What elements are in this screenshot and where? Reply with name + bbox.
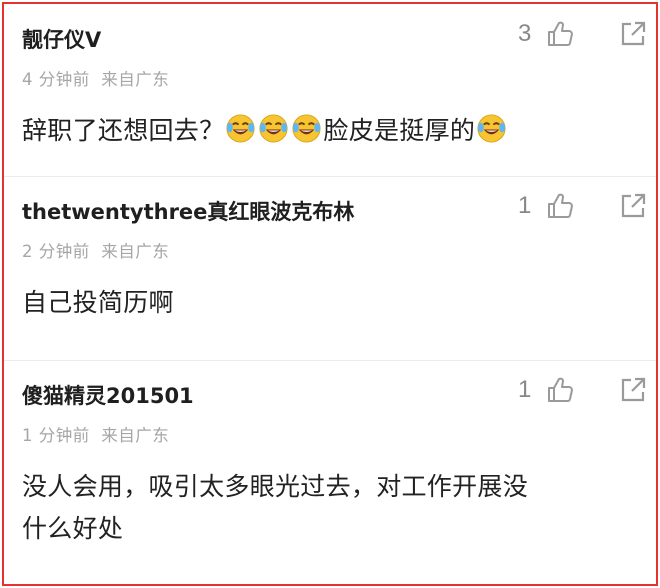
comments-panel: 靓仔仪V 4 分钟前 来自广东 3 辞职了还想回去？ 脸皮是挺厚的 thetwen… xyxy=(2,2,658,586)
thumbs-up-icon[interactable] xyxy=(545,19,575,49)
thumbs-up-icon[interactable] xyxy=(545,191,575,221)
comment-time: 1 分钟前 xyxy=(22,426,90,445)
comment-username[interactable]: 傻猫精灵201501 xyxy=(22,380,194,410)
comment-text: 自己投简历啊 xyxy=(22,288,174,317)
laughing-tears-icon xyxy=(292,114,321,143)
like-count: 3 xyxy=(518,20,532,47)
comment-location: 来自广东 xyxy=(101,242,170,261)
thumbs-up-icon[interactable] xyxy=(545,375,575,405)
comment-item: 靓仔仪V 4 分钟前 来自广东 3 辞职了还想回去？ 脸皮是挺厚的 xyxy=(4,4,656,176)
comment-item: thetwentythree真红眼波克布林 2 分钟前 来自广东 1 自己投简历… xyxy=(4,176,656,360)
like-count: 1 xyxy=(518,192,532,219)
comment-username[interactable]: thetwentythree真红眼波克布林 xyxy=(22,196,354,226)
share-icon[interactable] xyxy=(618,19,648,49)
comment-text: 辞职了还想回去？ 脸皮是挺厚的 xyxy=(22,110,508,152)
comment-meta: 2 分钟前 来自广东 xyxy=(22,238,169,262)
share-icon[interactable] xyxy=(618,191,648,221)
comment-location: 来自广东 xyxy=(101,70,170,89)
laughing-tears-icon xyxy=(259,114,288,143)
comment-text-line: 没人会用，吸引太多眼光过去，对工作开展没 xyxy=(22,472,529,501)
comment-text-line: 什么好处 xyxy=(22,514,124,543)
comment-text-part: 脸皮是挺厚的 xyxy=(323,116,476,145)
comment-meta: 1 分钟前 来自广东 xyxy=(22,422,169,446)
comment-item: 傻猫精灵201501 1 分钟前 来自广东 1 没人会用，吸引太多眼光过去，对工… xyxy=(4,360,656,584)
share-icon[interactable] xyxy=(618,375,648,405)
comment-text: 没人会用，吸引太多眼光过去，对工作开展没 什么好处 xyxy=(22,466,642,550)
laughing-tears-icon xyxy=(226,114,255,143)
comment-time: 2 分钟前 xyxy=(22,242,90,261)
comment-location: 来自广东 xyxy=(101,426,170,445)
laughing-tears-icon xyxy=(477,114,506,143)
comment-text-part: 辞职了还想回去？ xyxy=(22,116,225,145)
comment-time: 4 分钟前 xyxy=(22,70,90,89)
comment-username[interactable]: 靓仔仪V xyxy=(22,24,101,54)
comment-meta: 4 分钟前 来自广东 xyxy=(22,66,169,90)
like-count: 1 xyxy=(518,376,532,403)
